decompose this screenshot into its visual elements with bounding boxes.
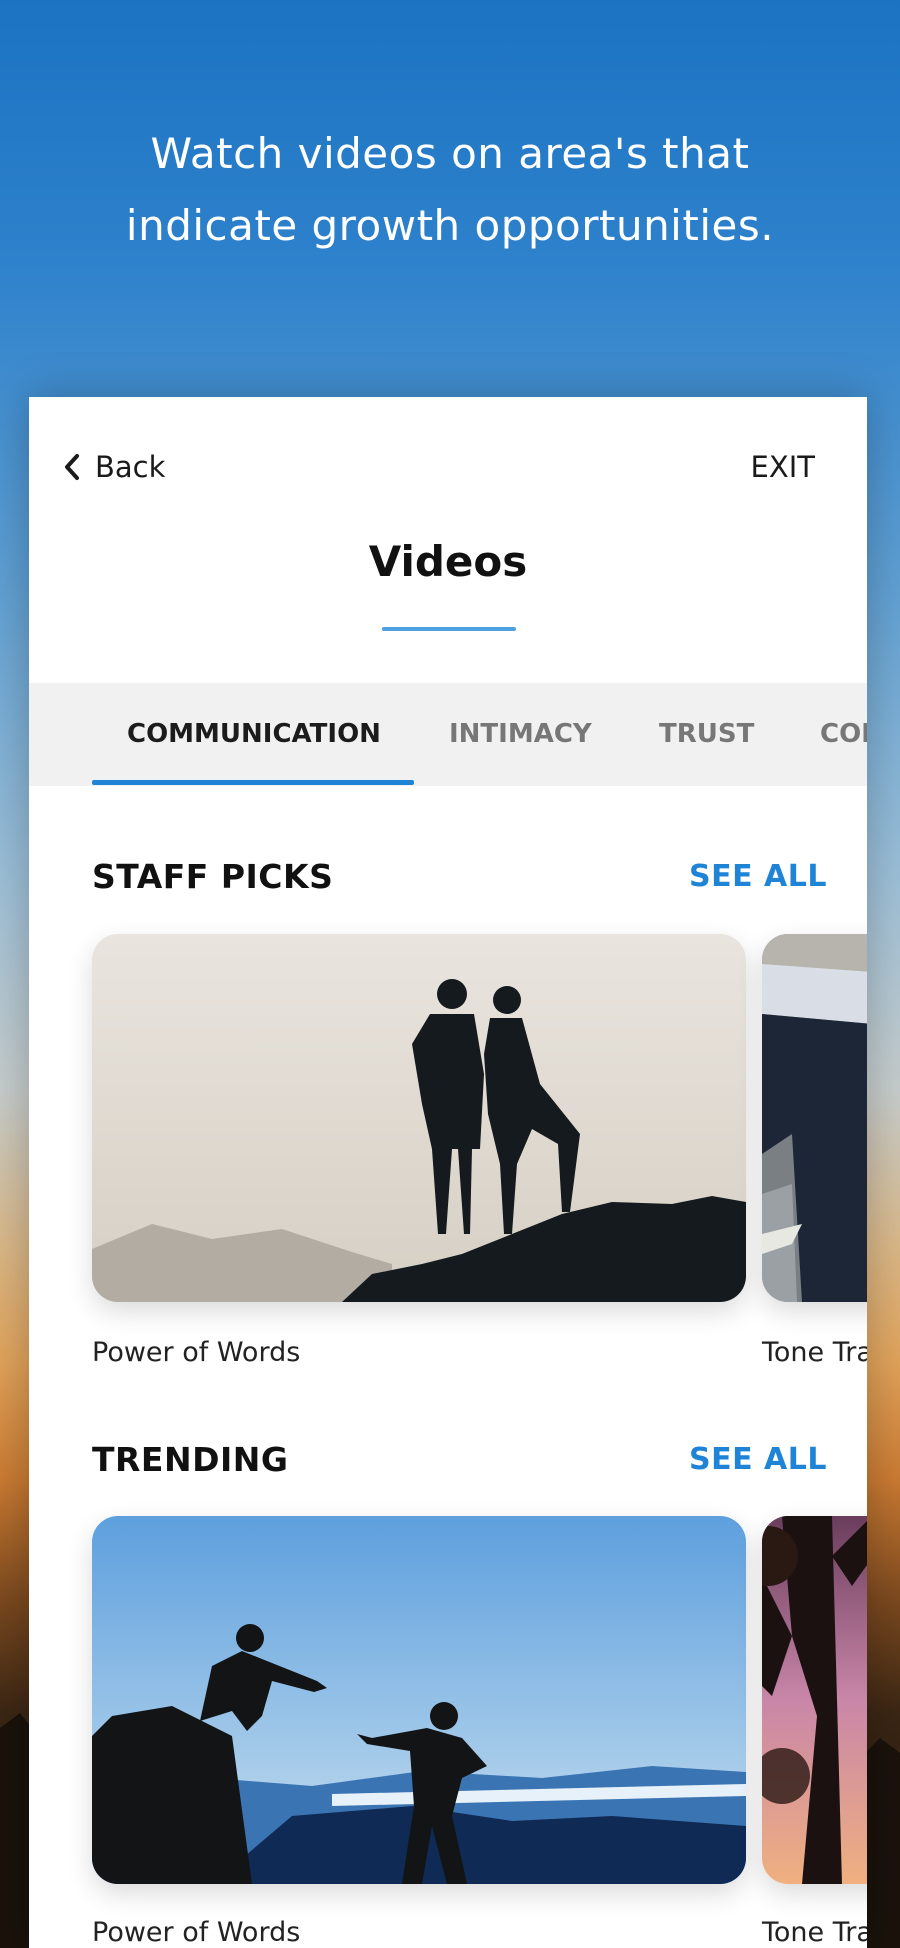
couple-silhouette-image bbox=[92, 934, 746, 1302]
headline-line-2: indicate growth opportunities. bbox=[125, 201, 775, 250]
section-title-trending: TRENDING bbox=[92, 1440, 289, 1479]
section-title-staff-picks: STAFF PICKS bbox=[92, 857, 334, 896]
title-underline bbox=[382, 627, 516, 631]
video-thumbnail[interactable] bbox=[92, 934, 746, 1302]
category-tab-bar: COMMUNICATION INTIMACY TRUST COI bbox=[29, 683, 867, 786]
video-caption: Power of Words bbox=[92, 1917, 301, 1948]
video-thumbnail[interactable] bbox=[762, 1516, 867, 1884]
chevron-left-icon bbox=[65, 454, 79, 480]
walking-legs-image bbox=[762, 934, 867, 1302]
see-all-staff-picks-link[interactable]: SEE ALL bbox=[689, 859, 827, 894]
video-caption: Tone Tra bbox=[762, 1917, 867, 1948]
video-caption: Power of Words bbox=[92, 1337, 301, 1368]
helping-hand-silhouette-image bbox=[92, 1516, 746, 1884]
headline-line-1: Watch videos on area's that bbox=[150, 129, 750, 178]
see-all-trending-link[interactable]: SEE ALL bbox=[689, 1442, 827, 1477]
tab-intimacy[interactable]: INTIMACY bbox=[449, 683, 592, 786]
active-tab-indicator bbox=[92, 780, 414, 785]
video-thumbnail[interactable] bbox=[92, 1516, 746, 1884]
back-label: Back bbox=[95, 450, 166, 484]
page-title: Videos bbox=[368, 537, 528, 586]
tab-communication[interactable]: COMMUNICATION bbox=[127, 683, 381, 786]
tab-trust[interactable]: TRUST bbox=[659, 683, 754, 786]
tab-partial[interactable]: COI bbox=[820, 683, 867, 786]
top-bar: Back EXIT bbox=[29, 397, 867, 517]
video-thumbnail[interactable] bbox=[762, 934, 867, 1302]
onboarding-headline: Watch videos on area's that indicate gro… bbox=[0, 118, 900, 262]
exit-button[interactable]: EXIT bbox=[751, 445, 815, 489]
sunset-tree-image bbox=[762, 1516, 867, 1884]
back-button[interactable]: Back bbox=[63, 445, 165, 489]
video-caption: Tone Tra bbox=[762, 1337, 867, 1368]
videos-screen-card: Back EXIT Videos COMMUNICATION INTIMACY … bbox=[29, 397, 867, 1948]
